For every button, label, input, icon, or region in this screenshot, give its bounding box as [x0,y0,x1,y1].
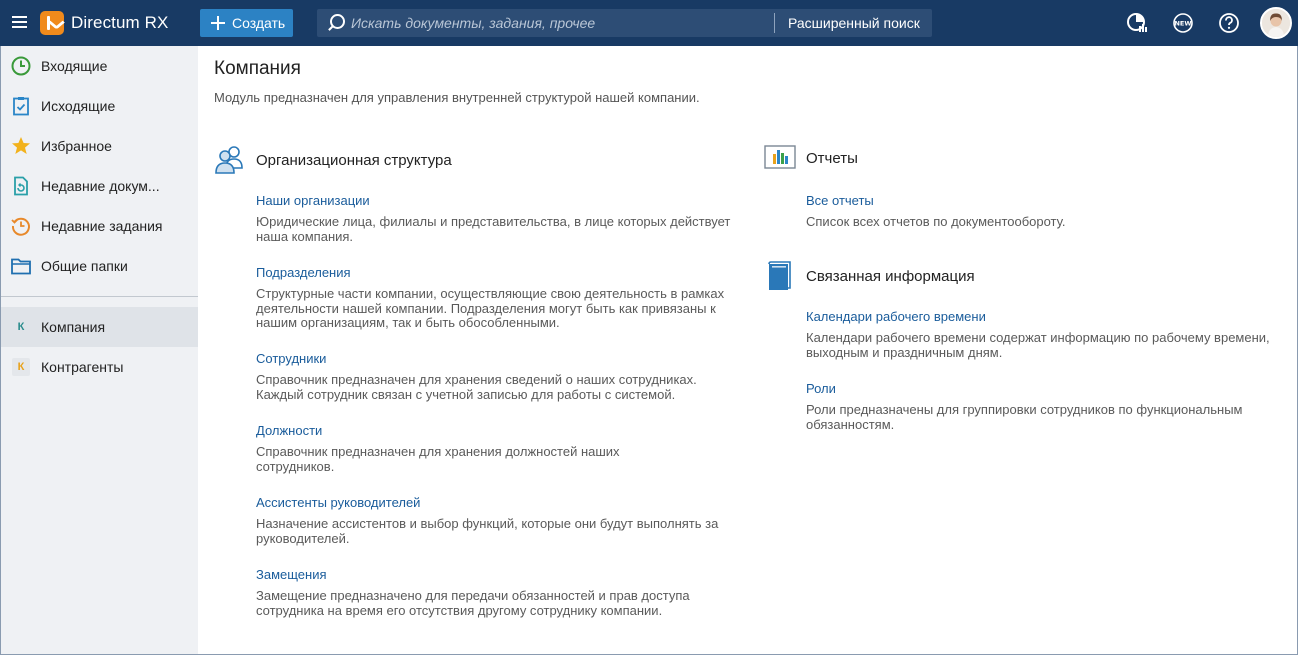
item-description: Структурные части компании, осуществляющ… [256,286,725,330]
list-item: Роли Роли предназначены для группировки … [806,380,1296,432]
reports-icon[interactable] [1126,12,1148,34]
item-description: Замещение предназначено для передачи обя… [256,588,690,618]
item-description: Справочник предназначен для хранения све… [256,372,697,402]
page-description: Модуль предназначен для управления внутр… [214,90,700,105]
clock-icon [11,56,31,76]
section-org-structure: Организационная структура [214,144,452,176]
module-badge-icon: К [12,358,30,376]
sidebar-item-shared-folders[interactable]: Общие папки [1,246,198,286]
sidebar-divider [1,296,198,297]
sidebar-item-inbox[interactable]: Входящие [1,46,198,86]
substitutions-link[interactable]: Замещения [256,567,327,582]
sidebar-item-label: Входящие [41,58,108,74]
item-description: Справочник предназначен для хранения дол… [256,444,620,474]
sidebar-item-favorites[interactable]: Избранное [1,126,198,166]
sidebar: Входящие Исходящие Избранное Недавние до… [1,46,198,654]
reports-chart-icon [764,145,796,169]
advanced-search-button[interactable]: Расширенный поиск [788,15,920,31]
clipboard-check-icon [13,97,29,116]
new-features-icon[interactable]: NEW [1172,12,1194,34]
our-organizations-link[interactable]: Наши организации [256,193,370,208]
recent-document-icon [14,176,28,196]
departments-link[interactable]: Подразделения [256,265,351,280]
section-related-info: Связанная информация [764,260,975,292]
book-icon [768,261,791,290]
folder-icon [11,258,31,275]
sidebar-item-label: Общие папки [41,258,128,274]
list-item: Календари рабочего времени Календари раб… [806,308,1296,360]
sidebar-item-label: Исходящие [41,98,116,114]
sidebar-item-company[interactable]: К Компания [1,307,198,347]
app-name: Directum RX [71,13,169,32]
page-title: Компания [214,58,301,79]
recent-tasks-icon [11,217,30,236]
list-item: Должности Справочник предназначен для хр… [256,422,666,474]
search-divider [774,13,775,33]
roles-link[interactable]: Роли [806,381,836,396]
sidebar-item-label: Недавние докум... [41,178,160,194]
job-titles-link[interactable]: Должности [256,423,322,438]
main-content: Компания Модуль предназначен для управле… [198,46,1297,654]
list-item: Замещения Замещение предназначено для пе… [256,566,731,618]
all-reports-link[interactable]: Все отчеты [806,193,874,208]
list-item: Ассистенты руководителей Назначение асси… [256,494,746,546]
item-description: Назначение ассистентов и выбор функций, … [256,516,719,546]
hamburger-menu-icon[interactable] [10,13,30,33]
plus-icon [211,16,225,30]
create-button-label: Создать [232,15,286,31]
sidebar-item-label: Компания [41,319,106,335]
item-description: Календари рабочего времени содержат инфо… [806,330,1270,360]
section-title: Отчеты [806,149,858,167]
section-title: Организационная структура [256,151,452,169]
list-item: Сотрудники Справочник предназначен для х… [256,350,746,402]
work-calendars-link[interactable]: Календари рабочего времени [806,309,986,324]
item-description: Юридические лица, филиалы и представител… [256,214,731,244]
search-input[interactable] [351,15,771,31]
search-bar: Расширенный поиск [317,9,932,37]
employees-link[interactable]: Сотрудники [256,351,326,366]
list-item: Все отчеты Список всех отчетов по докуме… [806,192,1296,230]
svg-text:NEW: NEW [1174,20,1191,28]
sidebar-item-label: Избранное [41,138,112,154]
sidebar-item-label: Недавние задания [41,218,163,234]
sidebar-item-outbox[interactable]: Исходящие [1,86,198,126]
user-photo-icon [1262,9,1290,37]
user-avatar[interactable] [1260,7,1292,39]
section-title: Связанная информация [806,267,975,285]
sidebar-item-counterparties[interactable]: К Контрагенты [1,347,198,387]
app-logo[interactable]: Directum RX [40,10,168,36]
sidebar-item-recent-documents[interactable]: Недавние докум... [1,166,198,206]
item-description: Список всех отчетов по документообороту. [806,214,1066,229]
sidebar-item-recent-tasks[interactable]: Недавние задания [1,206,198,246]
list-item: Наши организации Юридические лица, филиа… [256,192,746,244]
search-icon[interactable] [326,13,346,33]
section-reports: Отчеты [764,144,858,172]
directum-logo-icon [40,11,64,35]
top-bar: Directum RX Создать Расширенный поиск NE… [0,0,1298,46]
org-structure-icon [215,146,243,174]
list-item: Подразделения Структурные части компании… [256,264,746,331]
help-icon[interactable] [1218,12,1240,34]
manager-assistants-link[interactable]: Ассистенты руководителей [256,495,420,510]
sidebar-item-label: Контрагенты [41,359,124,375]
star-icon [12,137,30,154]
module-badge-icon: К [12,318,30,336]
item-description: Роли предназначены для группировки сотру… [806,402,1243,432]
create-button[interactable]: Создать [200,9,293,37]
